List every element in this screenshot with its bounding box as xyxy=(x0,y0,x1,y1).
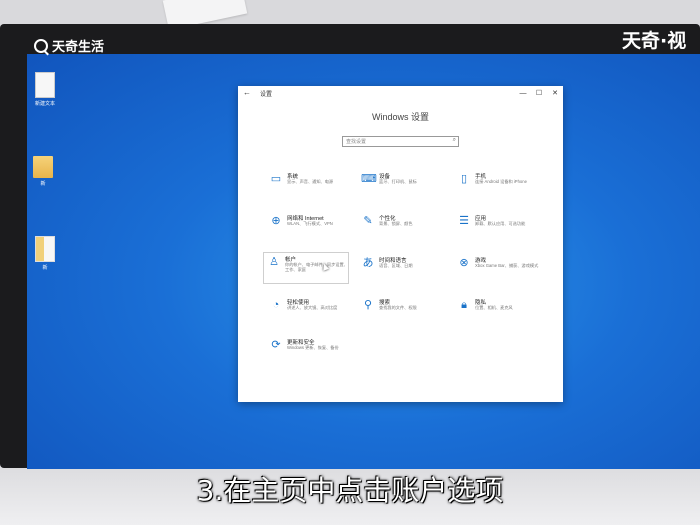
tile-privacy[interactable]: 🔒︎ 隐私 位置、相机、麦克风 xyxy=(454,296,540,328)
tile-desc: 位置、相机、麦克风 xyxy=(475,305,513,310)
tile-desc: 背景、锁屏、颜色 xyxy=(379,221,413,226)
title-bar: ← 设置 — ☐ ✕ xyxy=(238,86,563,102)
window-controls: — ☐ ✕ xyxy=(515,86,563,102)
tile-desc: 讲述人、放大镜、高对比度 xyxy=(287,305,338,310)
desktop-icon-folder[interactable]: 新 xyxy=(30,156,56,187)
xbox-icon: ⊗ xyxy=(459,257,469,269)
desktop-icon-text-file[interactable]: 新建文本 xyxy=(32,72,58,107)
time-language-icon: あ xyxy=(362,257,374,269)
person-icon: ♙ xyxy=(269,256,279,268)
desktop-icon-archive[interactable]: 新 xyxy=(32,236,58,271)
tile-phone[interactable]: ▯ 手机 连接 Android 设备和 iPhone xyxy=(454,170,540,202)
close-button[interactable]: ✕ xyxy=(547,86,563,102)
search-input[interactable]: 查找设置 ⌕ xyxy=(342,136,459,147)
sync-icon: ⟳ xyxy=(271,339,281,351)
tile-desc: 连接 Android 设备和 iPhone xyxy=(475,179,527,184)
watermark-right: 天奇·视 xyxy=(622,30,687,52)
laptop-icon: ▭ xyxy=(270,173,282,185)
tile-gaming[interactable]: ⊗ 游戏 Xbox Game Bar、捕获、游戏模式 xyxy=(454,254,540,286)
tile-network[interactable]: ⊕ 网络和 Internet WLAN、飞行模式、VPN xyxy=(266,212,352,244)
tile-personalization[interactable]: ✎ 个性化 背景、锁屏、颜色 xyxy=(358,212,444,244)
tile-desc: WLAN、飞行模式、VPN xyxy=(287,221,333,226)
archive-icon xyxy=(35,236,55,262)
tile-desc: 你的帐户、电子邮件、同步设置、工作、家庭 xyxy=(285,262,348,273)
tile-desc: 显示、声音、通知、电源 xyxy=(287,179,334,184)
tile-desc: Xbox Game Bar、捕获、游戏模式 xyxy=(475,263,539,268)
globe-icon: ⊕ xyxy=(271,215,281,227)
text-file-icon xyxy=(35,72,55,98)
logo-icon xyxy=(34,38,48,53)
settings-window: ← 设置 — ☐ ✕ Windows 设置 查找设置 ⌕ ▭ 系统 显示、声音、… xyxy=(238,86,563,402)
tile-system[interactable]: ▭ 系统 显示、声音、通知、电源 xyxy=(266,170,352,202)
lock-icon: 🔒︎ xyxy=(461,299,467,311)
tile-apps[interactable]: ☰ 应用 卸载、默认应用、可选功能 xyxy=(454,212,540,244)
tile-accounts[interactable]: ♙ 帐户 你的帐户、电子邮件、同步设置、工作、家庭 xyxy=(263,252,349,284)
search-placeholder: 查找设置 xyxy=(346,139,367,145)
tile-search[interactable]: ⚲ 搜索 查找我的文件、权限 xyxy=(358,296,444,328)
tile-desc: 查找我的文件、权限 xyxy=(379,305,417,310)
tile-time-language[interactable]: あ 时间和语言 语音、区域、日期 xyxy=(358,254,444,286)
apps-list-icon: ☰ xyxy=(459,215,469,227)
search-icon: ⌕ xyxy=(452,137,456,143)
tile-desc: 卸载、默认应用、可选功能 xyxy=(475,221,526,226)
paintbrush-icon: ✎ xyxy=(363,215,373,227)
desktop-icon-label: 新建文本 xyxy=(34,101,55,107)
tile-desc: 蓝牙、打印机、鼠标 xyxy=(379,179,417,184)
watermark-left: 天奇生活 xyxy=(34,36,104,55)
tile-devices[interactable]: ⌨ 设备 蓝牙、打印机、鼠标 xyxy=(358,170,444,202)
phone-icon: ▯ xyxy=(460,173,468,185)
folder-icon xyxy=(33,156,53,178)
desktop-icon-label: 新 xyxy=(40,181,46,187)
window-title: 设置 xyxy=(260,92,273,98)
back-arrow-icon[interactable]: ← xyxy=(243,88,251,97)
tile-desc: 语音、区域、日期 xyxy=(379,263,413,268)
tile-ease-of-access[interactable]: ◔ 轻松使用 讲述人、放大镜、高对比度 xyxy=(266,296,352,328)
page-title: Windows 设置 xyxy=(371,112,429,122)
tile-update-security[interactable]: ⟳ 更新和安全 Windows 更新、恢复、备份 xyxy=(266,336,352,368)
watermark-left-text: 天奇生活 xyxy=(52,40,105,55)
subtitle-caption: 3.在主页中点击账户选项 xyxy=(196,474,504,507)
desktop-icon-label: 新 xyxy=(42,265,48,271)
ease-of-access-icon: ◔ xyxy=(272,299,280,311)
devices-icon: ⌨ xyxy=(361,173,377,185)
minimize-button[interactable]: — xyxy=(515,86,531,102)
maximize-button[interactable]: ☐ xyxy=(531,86,547,102)
tile-desc: Windows 更新、恢复、备份 xyxy=(287,345,339,350)
magnifier-icon: ⚲ xyxy=(363,299,373,311)
